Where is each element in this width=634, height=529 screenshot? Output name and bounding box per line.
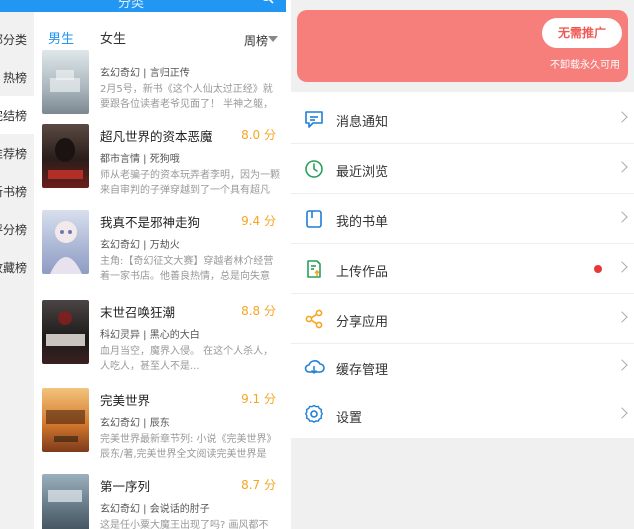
book-cover <box>42 300 89 364</box>
menu-item-upload[interactable]: 上传作品 <box>291 244 634 293</box>
book-genre: 都市言情 <box>100 154 140 165</box>
share-icon <box>305 309 323 329</box>
book-desc: 主角:【奇幻征文大赛】穿越者林介经营着一家书店。他善良热情，总是向失意潦... <box>100 256 274 282</box>
book-title: 我真不是邪神走狗 <box>100 215 201 230</box>
menu-item-settings[interactable]: 设置 <box>291 390 634 438</box>
chevron-right-icon <box>616 211 628 223</box>
menu-label: 缓存管理 <box>336 363 389 378</box>
book-cover <box>42 388 89 452</box>
menu-label: 设置 <box>336 411 363 426</box>
message-icon <box>305 111 323 128</box>
chevron-right-icon <box>616 111 628 123</box>
notification-dot <box>594 265 602 273</box>
promo-subtitle: 不卸载永久可用 <box>550 60 620 71</box>
book-desc: 血月当空，魔界入侵。 在这个人杀人，人吃人，甚至人不是... <box>100 346 274 372</box>
book-score: 8.8 分 <box>241 304 276 318</box>
book-genre: 玄幻奇幻 <box>100 418 140 429</box>
menu-label: 分享应用 <box>336 315 389 330</box>
category-panel: 分类 全部分类 热榜 完结榜 推荐榜 新书榜 评分榜 收藏榜 男生 女生 周榜 … <box>0 0 286 529</box>
book-item[interactable]: 第一序列 8.7 分 玄幻奇幻 | 会说话的肘子 这是任小粟大魔王出现了吗? 画… <box>34 464 286 529</box>
book-score: 8.7 分 <box>241 478 276 492</box>
book-title: 末世召唤狂潮 <box>100 305 176 320</box>
menu-label: 最近浏览 <box>336 165 389 180</box>
category-item-new[interactable]: 新书榜 <box>0 172 34 210</box>
book-title: 第一序列 <box>100 479 151 494</box>
book-title: 超凡世界的资本恶魔 <box>100 129 213 144</box>
chevron-right-icon <box>616 161 628 173</box>
book-score: 9.1 分 <box>241 392 276 406</box>
page-title: 分类 <box>118 0 145 11</box>
chevron-right-icon <box>616 311 628 323</box>
book-desc: 师从老骗子的资本玩弄者李明，因为一颗来自审判的子弹穿越到了一个具有超凡世... <box>100 170 280 196</box>
top-bar: 分类 <box>0 0 286 12</box>
book-item[interactable]: 末世召唤狂潮 8.8 分 科幻灵异 | 黑心的大白 血月当空，魔界入侵。 在这个… <box>34 290 286 374</box>
book-genre: 科幻灵异 <box>100 330 140 341</box>
menu-label: 上传作品 <box>336 265 389 280</box>
book-author: 死狗哦 <box>149 154 180 165</box>
book-item[interactable]: 完美世界 9.1 分 玄幻奇幻 | 辰东 完美世界最新章节列: 小说《完美世界》… <box>34 378 286 462</box>
book-author: 辰东 <box>149 418 170 429</box>
book-author: 万劫火 <box>149 240 180 251</box>
no-promotion-button[interactable]: 无需推广 <box>542 18 622 48</box>
book-item[interactable]: 玄幻奇幻 | 言归正传 2月5号，新书《这个人仙太过正经》就要跟各位读者老爷见面… <box>34 40 286 124</box>
chevron-right-icon <box>616 261 628 273</box>
menu-item-booklist[interactable]: 我的书单 <box>291 194 634 243</box>
profile-menu: 消息通知 最近浏览 我的书单 上传作品 分享应用 缓存管理 <box>291 92 634 438</box>
menu-label: 我的书单 <box>336 215 389 230</box>
category-item-all[interactable]: 全部分类 <box>0 20 34 58</box>
book-author: 会说话的肘子 <box>149 504 210 515</box>
search-icon[interactable] <box>260 0 274 4</box>
menu-item-cache[interactable]: 缓存管理 <box>291 342 634 391</box>
book-cover <box>42 474 89 529</box>
book-author: 言归正传 <box>149 68 190 79</box>
book-item[interactable]: 我真不是邪神走狗 9.4 分 玄幻奇幻 | 万劫火 主角:【奇幻征文大赛】穿越者… <box>34 200 286 284</box>
gear-icon <box>305 404 323 423</box>
promo-banner: 无需推广 不卸载永久可用 <box>297 10 628 82</box>
book-author: 黑心的大白 <box>149 330 200 341</box>
book-desc: 这是任小粟大魔王出现了吗? 画风都不带... <box>100 520 269 529</box>
book-cover <box>42 124 89 188</box>
category-item-score[interactable]: 评分榜 <box>0 210 34 248</box>
upload-icon <box>307 260 321 278</box>
book-genre: 玄幻奇幻 <box>100 240 140 251</box>
category-item-finished[interactable]: 完结榜 <box>0 96 34 134</box>
clock-icon <box>305 160 323 178</box>
book-genre: 玄幻奇幻 <box>100 504 140 515</box>
menu-item-recent[interactable]: 最近浏览 <box>291 144 634 193</box>
menu-item-notifications[interactable]: 消息通知 <box>291 94 634 143</box>
book-score: 8.0 分 <box>241 128 276 142</box>
cloud-icon <box>304 360 325 375</box>
booklist-icon <box>306 210 322 228</box>
category-sidebar: 全部分类 热榜 完结榜 推荐榜 新书榜 评分榜 收藏榜 <box>0 12 34 529</box>
book-genre: 玄幻奇幻 <box>100 68 140 79</box>
menu-item-share[interactable]: 分享应用 <box>291 294 634 343</box>
category-item-recommend[interactable]: 推荐榜 <box>0 134 34 172</box>
profile-panel: 无需推广 不卸载永久可用 消息通知 最近浏览 我的书单 上传作品 分享应用 缓存… <box>291 0 634 529</box>
book-cover <box>42 210 89 274</box>
chevron-right-icon <box>616 407 628 419</box>
book-title: 完美世界 <box>100 393 151 408</box>
book-desc: 完美世界最新章节列: 小说《完美世界》辰东/著,完美世界全文阅读完美世界是辰..… <box>100 434 277 460</box>
menu-label: 消息通知 <box>336 115 389 130</box>
category-item-favorite[interactable]: 收藏榜 <box>0 248 34 286</box>
book-item[interactable]: 超凡世界的资本恶魔 8.0 分 都市言情 | 死狗哦 师从老骗子的资本玩弄者李明… <box>34 114 286 198</box>
category-item-hot[interactable]: 热榜 <box>0 58 34 96</box>
book-desc: 2月5号，新书《这个人仙太过正经》就要跟各位读者老爷见面了！ 半神之躯，比肩..… <box>100 84 274 110</box>
chevron-right-icon <box>616 359 628 371</box>
book-cover <box>42 50 89 114</box>
book-score: 9.4 分 <box>241 214 276 228</box>
